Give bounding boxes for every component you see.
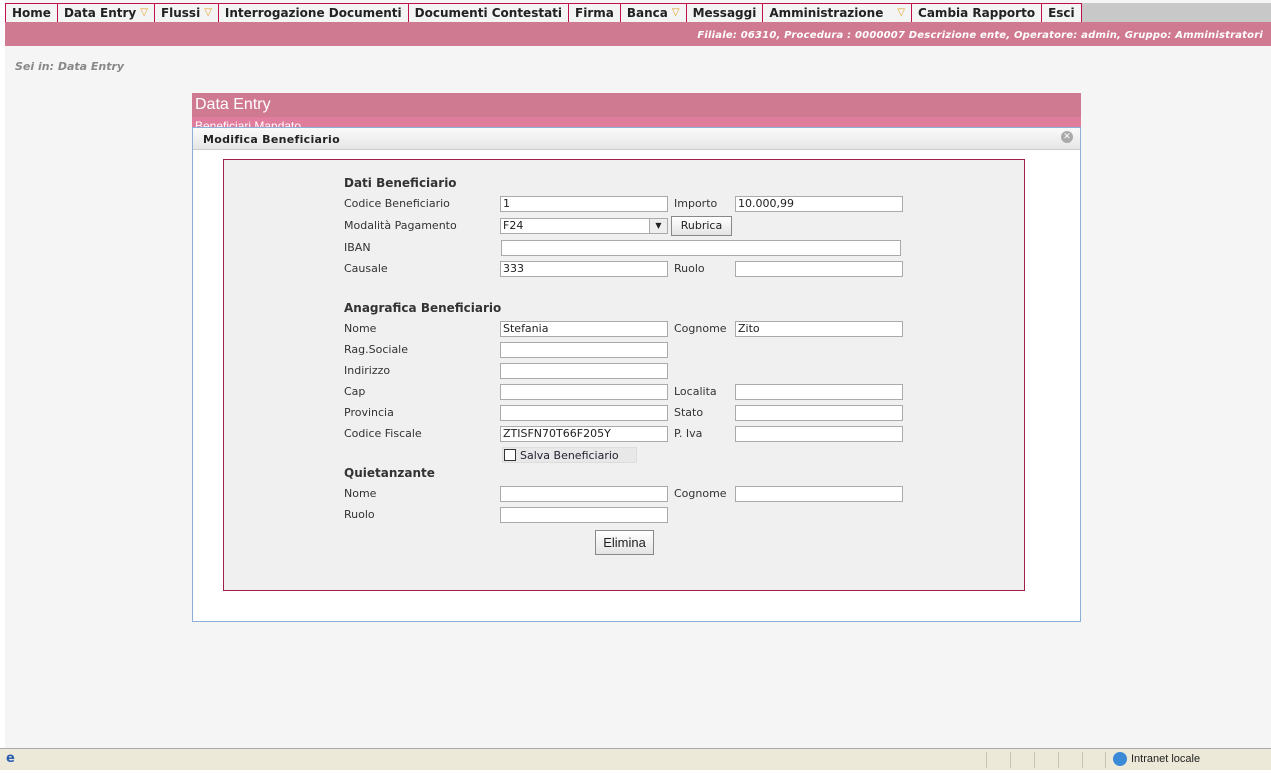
dropdown-triangle-icon: ▽ xyxy=(204,7,212,18)
salva-beneficiario-checkbox-row[interactable]: Salva Beneficiario xyxy=(502,447,637,463)
breadcrumb: Sei in: Data Entry xyxy=(15,60,125,73)
provincia-input[interactable] xyxy=(500,405,668,421)
nav-label: Documenti Contestati xyxy=(414,6,563,20)
nav-item-interrogazione-documenti[interactable]: Interrogazione Documenti xyxy=(218,3,409,22)
label-causale: Causale xyxy=(344,262,388,275)
session-info: Filiale: 06310, Procedura : 0000007 Desc… xyxy=(5,22,1271,46)
nav-label: Messaggi xyxy=(692,6,757,20)
nav-item-home[interactable]: Home xyxy=(5,3,58,22)
salva-label: Salva Beneficiario xyxy=(520,449,619,462)
label-codice-fiscale: Codice Fiscale xyxy=(344,427,422,440)
main-nav: Home Data Entry ▽ Flussi ▽ Interrogazione Doc… xyxy=(5,3,1271,22)
codice-fiscale-input[interactable]: ZTISFN70T66F205Y xyxy=(500,426,668,442)
globe-icon xyxy=(1113,752,1127,766)
nav-label: Data Entry xyxy=(63,6,137,20)
label-iban: IBAN xyxy=(344,241,371,254)
cap-input[interactable] xyxy=(500,384,668,400)
nav-label: Cambia Rapporto xyxy=(918,6,1036,20)
nav-item-flussi[interactable]: Flussi ▽ xyxy=(154,3,219,22)
nav-label: Amministrazione xyxy=(769,6,884,20)
nav-item-data-entry[interactable]: Data Entry ▽ xyxy=(57,3,155,22)
dropdown-triangle-icon: ▽ xyxy=(671,7,680,18)
section-dati: Dati Beneficiario xyxy=(344,176,457,190)
cognome-input[interactable]: Zito xyxy=(735,321,903,337)
nav-label: Esci xyxy=(1048,6,1075,20)
label-codice: Codice Beneficiario xyxy=(344,197,450,210)
quietanzante-nome-input[interactable] xyxy=(500,486,668,502)
modalita-value: F24 xyxy=(503,219,524,232)
quietanzante-ruolo-input[interactable] xyxy=(500,507,668,523)
nav-label: Home xyxy=(12,6,51,20)
elimina-button[interactable]: Elimina xyxy=(595,530,654,555)
label-localita: Localita xyxy=(674,385,717,398)
nav-item-amministrazione[interactable]: Amministrazione ▽ xyxy=(763,3,913,22)
section-anagrafica: Anagrafica Beneficiario xyxy=(344,301,502,315)
nome-input[interactable]: Stefania xyxy=(500,321,668,337)
label-cognome: Cognome xyxy=(674,322,727,335)
label-q-nome: Nome xyxy=(344,487,377,500)
label-provincia: Provincia xyxy=(344,406,394,419)
label-indirizzo: Indirizzo xyxy=(344,364,391,377)
label-rag-sociale: Rag.Sociale xyxy=(344,343,409,356)
zone-label: Intranet locale xyxy=(1131,753,1201,765)
modalita-pagamento-select[interactable]: F24 ▼ xyxy=(500,218,668,234)
rubrica-button[interactable]: Rubrica xyxy=(671,216,732,236)
label-piva: P. Iva xyxy=(674,427,703,440)
codice-beneficiario-input[interactable]: 1 xyxy=(500,196,668,212)
nav-item-firma[interactable]: Firma xyxy=(569,3,621,22)
causale-input[interactable]: 333 xyxy=(500,261,668,277)
status-bar: e Intranet locale xyxy=(0,748,1271,770)
dropdown-triangle-icon: ▽ xyxy=(140,7,148,18)
nav-item-esci[interactable]: Esci xyxy=(1042,3,1082,22)
nav-item-messaggi[interactable]: Messaggi xyxy=(686,3,764,22)
panel-subtitle: Beneficiari Mandato xyxy=(192,117,1081,127)
rag-sociale-input[interactable] xyxy=(500,342,668,358)
ruolo-input[interactable] xyxy=(735,261,903,277)
salva-checkbox[interactable] xyxy=(504,449,516,461)
form-box: Dati Beneficiario Codice Beneficiario 1 … xyxy=(223,159,1025,591)
chevron-down-icon[interactable]: ▼ xyxy=(649,219,667,233)
label-stato: Stato xyxy=(674,406,704,419)
stato-input[interactable] xyxy=(735,405,903,421)
nav-item-documenti-contestati[interactable]: Documenti Contestati xyxy=(408,3,570,22)
label-ruolo: Ruolo xyxy=(674,262,705,275)
indirizzo-input[interactable] xyxy=(500,363,668,379)
piva-input[interactable] xyxy=(735,426,903,442)
panel-title: Data Entry xyxy=(192,93,1081,117)
localita-input[interactable] xyxy=(735,384,903,400)
nav-label: Firma xyxy=(575,6,614,20)
nav-item-banca[interactable]: Banca ▽ xyxy=(620,3,687,22)
nav-label: Interrogazione Documenti xyxy=(224,6,402,20)
label-modalita: Modalità Pagamento xyxy=(344,219,457,232)
section-quietanzante: Quietanzante xyxy=(344,466,435,480)
dropdown-triangle-icon: ▽ xyxy=(897,7,906,18)
nav-label: Banca xyxy=(626,6,668,20)
label-importo: Importo xyxy=(674,197,718,210)
iban-input[interactable] xyxy=(501,240,901,256)
label-q-ruolo: Ruolo xyxy=(344,508,375,521)
dialog-title: Modifica Beneficiario xyxy=(193,128,1080,150)
quietanzante-cognome-input[interactable] xyxy=(735,486,903,502)
close-icon[interactable]: ✕ xyxy=(1061,131,1073,143)
label-cap: Cap xyxy=(344,385,366,398)
ie-page-icon: e xyxy=(6,751,15,766)
nav-label: Flussi xyxy=(160,6,201,20)
label-q-cognome: Cognome xyxy=(674,487,727,500)
nav-item-cambia-rapporto[interactable]: Cambia Rapporto xyxy=(912,3,1043,22)
label-nome: Nome xyxy=(344,322,377,335)
modifica-beneficiario-dialog: Modifica Beneficiario ✕ Dati Beneficiari… xyxy=(192,127,1081,622)
importo-input[interactable]: 10.000,99 xyxy=(735,196,903,212)
